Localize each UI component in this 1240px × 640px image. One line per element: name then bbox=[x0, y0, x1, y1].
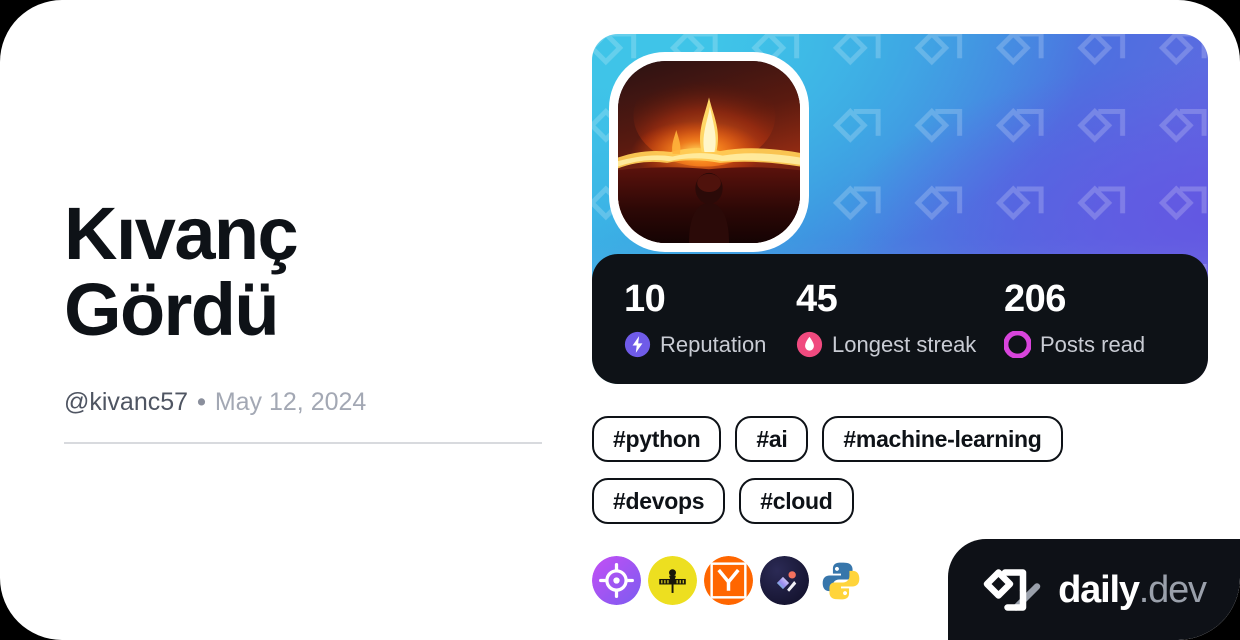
avatar bbox=[609, 52, 809, 252]
page-title: Kıvanç Gördü bbox=[64, 192, 299, 351]
profile-info-pane: Kıvanç Gördü @kivanc57 • May 12, 2024 bbox=[64, 0, 544, 640]
stat-value: 10 bbox=[624, 278, 666, 320]
stat-label: Posts read bbox=[1040, 331, 1146, 357]
stat-reputation: 10 Reputation bbox=[624, 280, 796, 358]
daily-dev-logo bbox=[983, 568, 1041, 611]
python-source-icon[interactable] bbox=[816, 556, 865, 605]
tag-chip[interactable]: #python bbox=[592, 416, 722, 462]
stat-label: Reputation bbox=[660, 331, 767, 357]
stat-posts-read: 206 Posts read bbox=[1004, 280, 1145, 358]
hacker-news-source-icon[interactable] bbox=[704, 556, 753, 605]
tag-chip[interactable]: #cloud bbox=[739, 478, 854, 524]
tag-chip[interactable]: #machine-learning bbox=[822, 416, 1063, 462]
stat-value: 45 bbox=[796, 278, 838, 320]
join-date: May 12, 2024 bbox=[214, 388, 367, 417]
dev-community-source-icon[interactable] bbox=[760, 556, 809, 605]
profile-handle: @kivanc57 bbox=[64, 388, 189, 417]
avatar-photo bbox=[618, 61, 800, 243]
target-crosshair-source-icon[interactable] bbox=[592, 556, 641, 605]
tag-chip[interactable]: #ai bbox=[735, 416, 809, 462]
devcard: Kıvanç Gördü @kivanc57 • May 12, 2024 10… bbox=[0, 0, 1240, 640]
brand-name: daily bbox=[1058, 568, 1140, 611]
daily-dev-badge: daily .dev bbox=[948, 539, 1240, 640]
stat-longest-streak: 45 Longest streak bbox=[796, 280, 1004, 358]
stat-value: 206 bbox=[1004, 278, 1066, 320]
stats-bar: 10 Reputation 45 Longest streak 206 Post… bbox=[592, 254, 1208, 384]
brand-wordmark: daily .dev bbox=[1058, 568, 1207, 611]
meta-separator: • bbox=[197, 388, 206, 417]
bolt-icon bbox=[624, 331, 651, 358]
profile-meta: @kivanc57 • May 12, 2024 bbox=[64, 387, 544, 417]
stat-label: Longest streak bbox=[832, 331, 977, 357]
ring-icon bbox=[1004, 331, 1031, 358]
flame-icon bbox=[796, 331, 823, 358]
hackernoon-source-icon[interactable] bbox=[648, 556, 697, 605]
tag-list: #python #ai #machine-learning #devops #c… bbox=[592, 416, 1208, 524]
tag-chip[interactable]: #devops bbox=[592, 478, 726, 524]
source-list bbox=[592, 556, 865, 605]
brand-tld: .dev bbox=[1138, 568, 1207, 611]
devcard-right-pane: 10 Reputation 45 Longest streak 206 Post… bbox=[592, 34, 1208, 614]
divider bbox=[64, 442, 542, 444]
